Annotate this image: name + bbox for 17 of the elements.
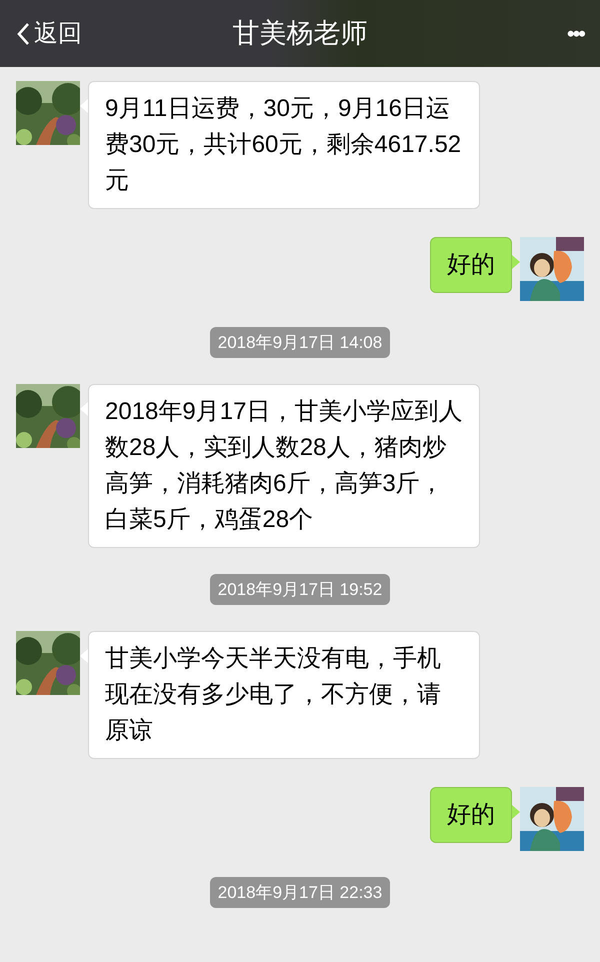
bubble-tail — [80, 99, 88, 113]
message-bubble: 好的 — [430, 237, 512, 293]
more-button[interactable]: ••• — [444, 17, 584, 50]
message-bubble: 2018年9月17日，甘美小学应到人数28人，实到人数28人，猪肉炒高笋，消耗猪肉6斤，高笋3斤，白菜5斤，鸡蛋28个 — [88, 384, 480, 548]
bubble-tail — [512, 805, 520, 819]
bubble-tail — [512, 255, 520, 269]
timestamp: 2018年9月17日 22:33 — [210, 877, 390, 908]
timestamp: 2018年9月17日 14:08 — [210, 327, 390, 358]
back-button[interactable]: 返回 — [16, 16, 156, 52]
back-icon — [16, 22, 30, 46]
message-bubble: 好的 — [430, 787, 512, 843]
message-bubble: 甘美小学今天半天没有电，手机现在没有多少电了，不方便，请原谅 — [88, 631, 480, 759]
bubble-tail — [80, 649, 88, 663]
message-bubble: 9月11日运费，30元，9月16日运费30元，共计60元，剩余4617.52元 — [88, 81, 480, 209]
bubble-tail — [80, 402, 88, 416]
window-title: 甘美杨老师 — [232, 17, 368, 50]
timestamp: 2018年9月17日 19:52 — [210, 574, 390, 605]
